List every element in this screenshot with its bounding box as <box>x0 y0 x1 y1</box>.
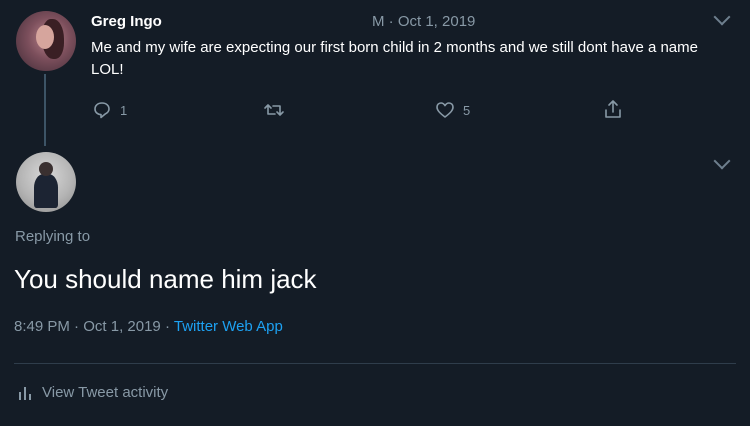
share-button[interactable] <box>603 98 623 120</box>
retweet-icon <box>262 101 286 119</box>
divider <box>14 363 736 364</box>
avatar-face <box>36 25 54 49</box>
avatar-figure <box>34 174 58 208</box>
chevron-down-icon[interactable] <box>713 8 731 26</box>
tweet-text: Me and my wife are expecting our first b… <box>91 39 698 78</box>
reply-count: 1 <box>120 102 128 118</box>
activity-label: View Tweet activity <box>42 384 169 401</box>
reply-button[interactable]: 1 <box>92 100 127 120</box>
replier-avatar[interactable] <box>16 152 76 212</box>
tweet-time[interactable]: 8:49 PM <box>14 318 70 335</box>
author-avatar[interactable] <box>16 11 76 71</box>
chevron-down-icon[interactable] <box>713 152 731 170</box>
bar-chart-icon <box>18 385 32 401</box>
author-name[interactable]: Greg Ingo <box>91 13 162 30</box>
thread-connector-line <box>44 74 46 146</box>
like-button[interactable]: 5 <box>435 100 470 120</box>
like-icon <box>435 100 455 120</box>
like-count: 5 <box>463 102 471 118</box>
meta-separator: · <box>164 318 170 335</box>
reply-icon <box>92 100 112 120</box>
tweet-date[interactable]: Oct 1, 2019 <box>83 318 161 335</box>
share-icon <box>603 98 623 120</box>
reply-text: You should name him jack <box>14 264 317 294</box>
retweet-button[interactable] <box>262 101 294 119</box>
view-tweet-activity-link[interactable]: View Tweet activity <box>18 384 168 401</box>
replying-to-label: Replying to <box>15 228 91 245</box>
source-link[interactable]: Twitter Web App <box>174 318 283 335</box>
avatar-head <box>39 162 53 176</box>
tweet-meta: 8:49 PM · Oct 1, 2019 · Twitter Web App <box>14 318 283 335</box>
tweet-timestamp[interactable]: M · Oct 1, 2019 <box>372 13 475 30</box>
meta-separator: · <box>74 318 80 335</box>
